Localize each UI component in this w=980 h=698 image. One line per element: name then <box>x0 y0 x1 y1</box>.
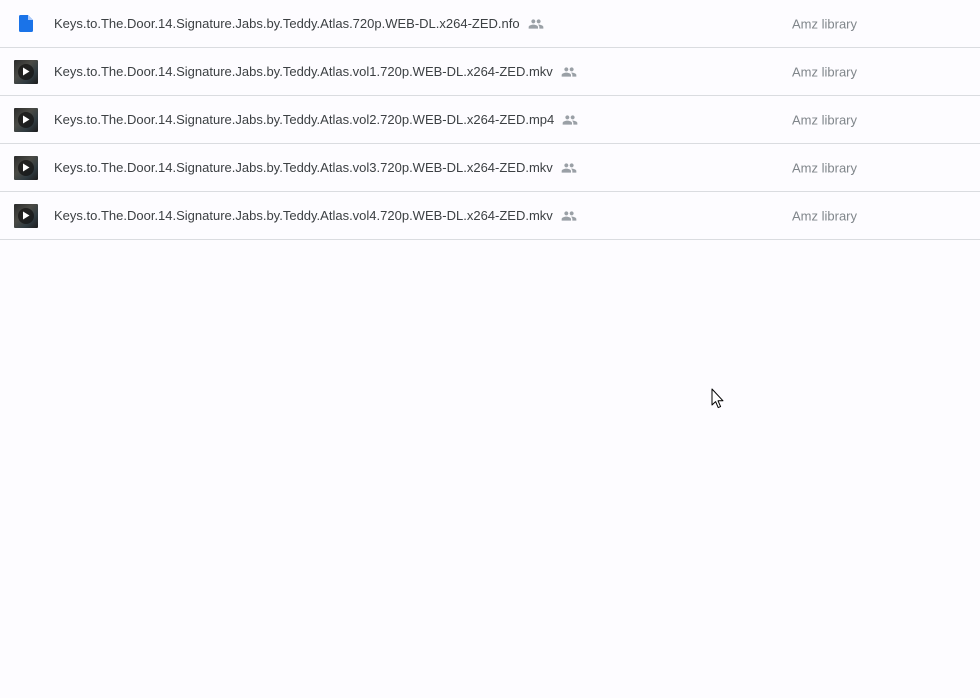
shared-people-icon <box>562 112 578 128</box>
file-row[interactable]: Keys.to.The.Door.14.Signature.Jabs.by.Te… <box>0 48 980 96</box>
shared-people-icon <box>528 16 544 32</box>
mouse-pointer-icon <box>711 388 725 410</box>
shared-people-icon <box>561 208 577 224</box>
file-location: Amz library <box>792 160 858 175</box>
play-icon <box>18 63 34 80</box>
play-icon <box>18 111 34 128</box>
file-row[interactable]: Keys.to.The.Door.14.Signature.Jabs.by.Te… <box>0 96 980 144</box>
file-name: Keys.to.The.Door.14.Signature.Jabs.by.Te… <box>54 64 577 80</box>
shared-people-icon <box>561 64 577 80</box>
file-location: Amz library <box>792 208 858 223</box>
file-name: Keys.to.The.Door.14.Signature.Jabs.by.Te… <box>54 16 544 32</box>
file-row[interactable]: Keys.to.The.Door.14.Signature.Jabs.by.Te… <box>0 0 980 48</box>
shared-people-icon <box>561 160 577 176</box>
play-icon <box>18 207 34 224</box>
file-name-text: Keys.to.The.Door.14.Signature.Jabs.by.Te… <box>54 208 553 223</box>
file-location: Amz library <box>792 64 858 79</box>
file-name-text: Keys.to.The.Door.14.Signature.Jabs.by.Te… <box>54 160 553 175</box>
file-name-text: Keys.to.The.Door.14.Signature.Jabs.by.Te… <box>54 16 520 31</box>
video-thumbnail-icon <box>14 155 38 180</box>
file-row[interactable]: Keys.to.The.Door.14.Signature.Jabs.by.Te… <box>0 144 980 192</box>
doc-icon <box>14 12 38 36</box>
file-name: Keys.to.The.Door.14.Signature.Jabs.by.Te… <box>54 208 577 224</box>
file-name: Keys.to.The.Door.14.Signature.Jabs.by.Te… <box>54 112 578 128</box>
file-location: Amz library <box>792 16 858 31</box>
file-name: Keys.to.The.Door.14.Signature.Jabs.by.Te… <box>54 160 577 176</box>
file-row[interactable]: Keys.to.The.Door.14.Signature.Jabs.by.Te… <box>0 192 980 240</box>
video-thumbnail-icon <box>14 59 38 84</box>
file-list: Keys.to.The.Door.14.Signature.Jabs.by.Te… <box>0 0 980 240</box>
file-name-text: Keys.to.The.Door.14.Signature.Jabs.by.Te… <box>54 64 553 79</box>
file-location: Amz library <box>792 112 858 127</box>
video-thumbnail-icon <box>14 107 38 132</box>
file-name-text: Keys.to.The.Door.14.Signature.Jabs.by.Te… <box>54 112 555 127</box>
video-thumbnail-icon <box>14 203 38 228</box>
play-icon <box>18 159 34 176</box>
